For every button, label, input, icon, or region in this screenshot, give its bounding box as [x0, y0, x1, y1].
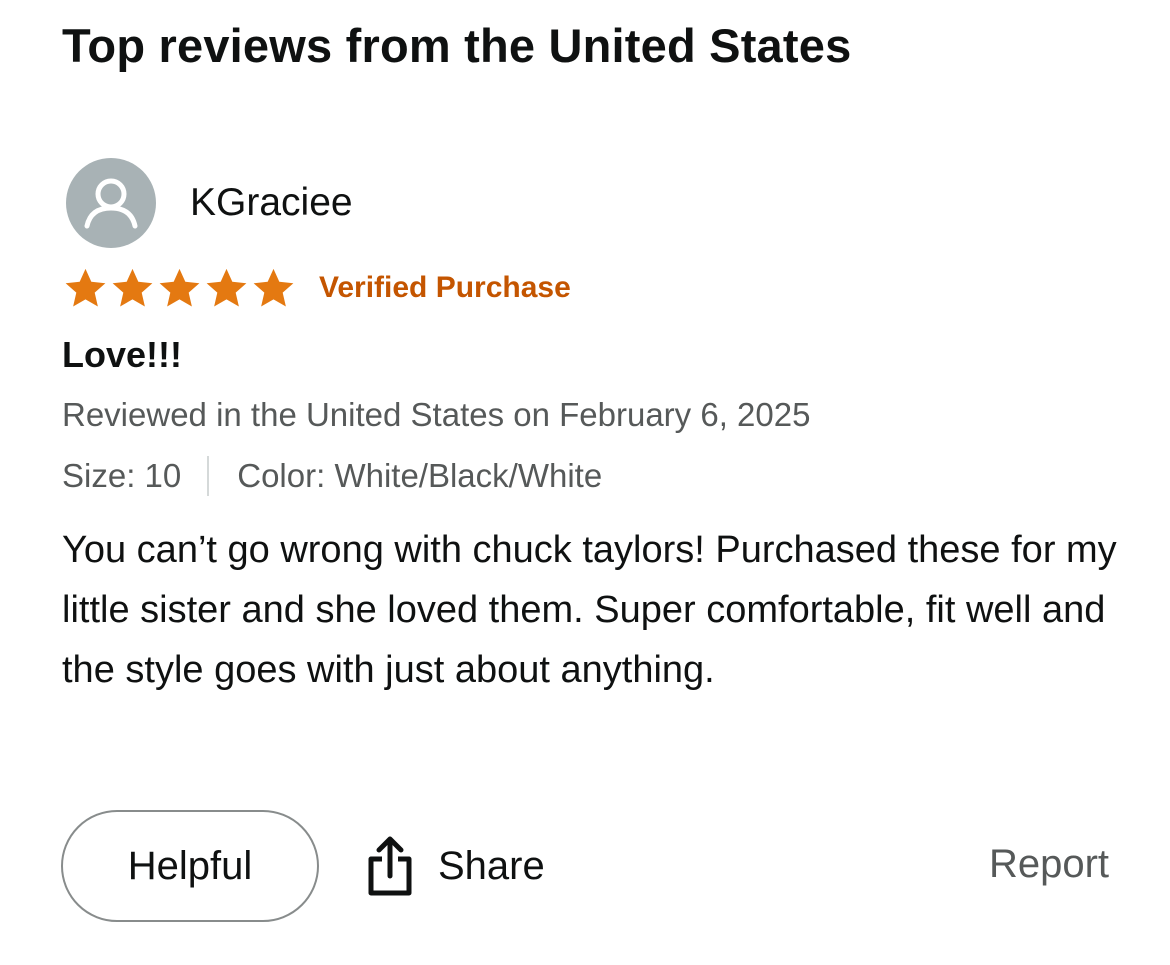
reviewer-profile[interactable]: KGraciee [66, 158, 353, 248]
section-title: Top reviews from the United States [62, 19, 852, 72]
avatar [66, 158, 156, 248]
variant-color: Color: White/Black/White [237, 457, 603, 494]
report-link[interactable]: Report [989, 842, 1109, 887]
variant-divider [207, 456, 210, 496]
star-icon [206, 268, 247, 306]
review-body: You can’t go wrong with chuck taylors! P… [62, 529, 1117, 691]
share-upload-icon [368, 836, 412, 896]
reviewer-name[interactable]: KGraciee [190, 181, 353, 225]
helpful-button[interactable]: Helpful [61, 810, 319, 922]
verified-purchase-badge: Verified Purchase [319, 271, 571, 304]
review-date: Reviewed in the United States on Februar… [62, 396, 811, 433]
star-icon [253, 268, 294, 306]
variant-size: Size: 10 [62, 457, 182, 494]
star-rating[interactable] [62, 266, 297, 311]
star-icon [112, 268, 153, 306]
review-title: Love!!! [62, 334, 182, 375]
star-icon [159, 268, 200, 306]
variant-info: Size: 10 Color: White/Black/White [62, 456, 602, 496]
person-silhouette-icon [84, 178, 138, 229]
star-icon [65, 268, 106, 306]
rating-row: Verified Purchase [62, 264, 571, 312]
share-button[interactable]: Share [366, 830, 545, 902]
share-label: Share [438, 843, 545, 888]
